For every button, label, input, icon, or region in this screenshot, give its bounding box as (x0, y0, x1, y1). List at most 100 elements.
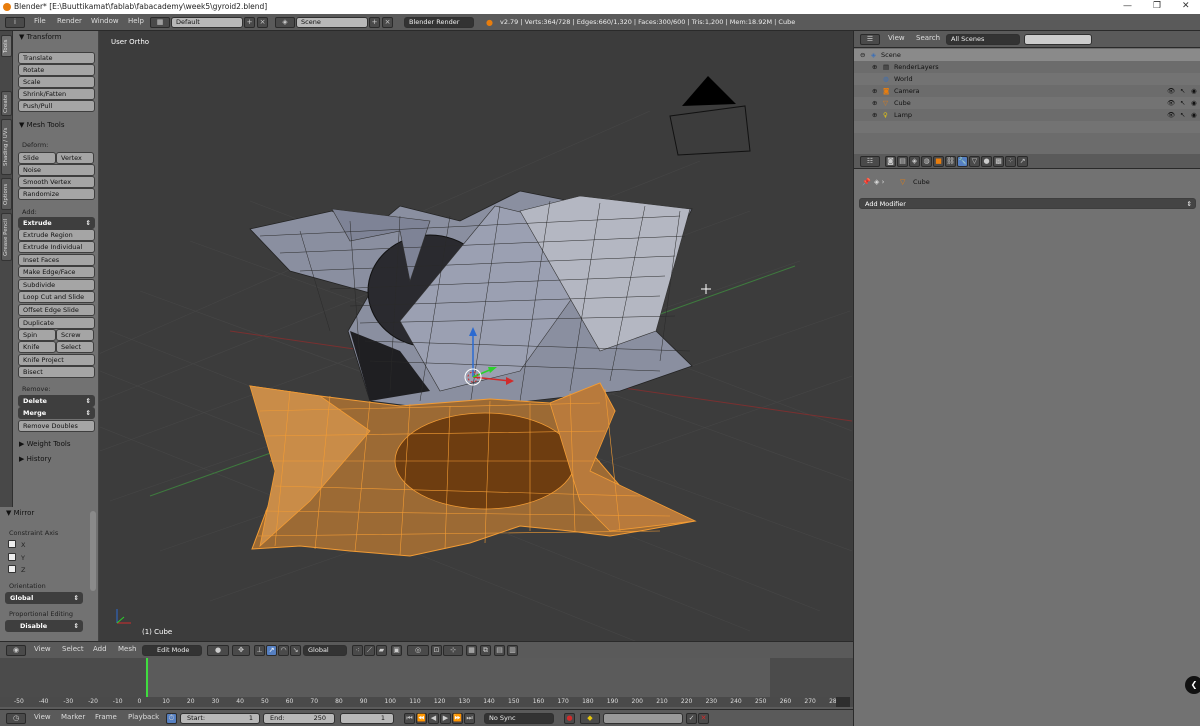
make-edge-face-button[interactable]: Make Edge/Face (18, 266, 95, 278)
prev-keyframe-icon[interactable]: ⏪ (416, 713, 427, 724)
rotate-manipulator-icon[interactable]: ◠ (278, 645, 289, 656)
panel-scrollbar[interactable] (90, 511, 96, 591)
3d-viewport[interactable]: User Ortho (1) Cube (100, 31, 852, 641)
menu-file[interactable]: File (34, 17, 46, 25)
axis-y-checkbox[interactable] (8, 553, 16, 561)
outliner-search-input[interactable] (1024, 34, 1092, 45)
tab-grease-pencil[interactable]: Grease Pencil (1, 213, 12, 261)
knife-select-button[interactable]: Select (56, 341, 94, 353)
delete-keyframe-icon[interactable]: ✕ (698, 713, 709, 724)
face-select-mode-icon[interactable]: ▰ (376, 645, 387, 656)
physics-tab-icon[interactable]: ↗ (1017, 156, 1028, 167)
gyroid-mesh-unselected[interactable] (249, 190, 693, 412)
timeline-menu-playback[interactable]: Playback (128, 713, 159, 721)
data-tab-icon[interactable]: ▽ (969, 156, 980, 167)
viewport-shading-icon[interactable]: ● (207, 645, 229, 656)
select-arrow-icon[interactable]: ↖ (1180, 85, 1185, 97)
tab-options[interactable]: Options (1, 178, 12, 210)
push-pull-button[interactable]: Push/Pull (18, 100, 95, 112)
remove-layout-icon[interactable]: × (257, 17, 268, 28)
scene-field[interactable]: Scene (296, 17, 368, 28)
play-reverse-icon[interactable]: ◀ (428, 713, 439, 724)
tab-shading-uvs[interactable]: Shading / UVs (1, 119, 12, 175)
minimize-button[interactable]: — (1123, 1, 1132, 11)
tab-tools[interactable]: Tools (1, 35, 12, 57)
merge-select[interactable]: Merge ⇕ (18, 407, 95, 419)
camera-object[interactable] (669, 76, 751, 156)
outliner-menu-search[interactable]: Search (916, 34, 940, 42)
orientation-select[interactable]: Global ⇕ (5, 592, 83, 604)
mesh-tools-panel-header[interactable]: ▼ Mesh Tools (13, 119, 99, 132)
select-arrow-icon[interactable]: ↖ (1180, 97, 1185, 109)
layout-field[interactable]: Default (171, 17, 243, 28)
end-frame-field[interactable]: End: 250 (263, 713, 335, 724)
edge-select-mode-icon[interactable]: ⟋ (364, 645, 375, 656)
add-scene-icon[interactable]: + (369, 17, 380, 28)
modifiers-tab-icon[interactable]: 🔧 (957, 156, 968, 167)
manipulator-toggle-icon[interactable]: ⊥ (254, 645, 265, 656)
vertex-slide-button[interactable]: Vertex (56, 152, 94, 164)
extrude-region-button[interactable]: Extrude Region (18, 229, 95, 241)
object-tab-icon[interactable]: ■ (933, 156, 944, 167)
texture-tab-icon[interactable]: ▩ (993, 156, 1004, 167)
bisect-button[interactable]: Bisect (18, 366, 95, 378)
scene-icon[interactable]: ◈ (275, 17, 295, 28)
offset-edge-slide-button[interactable]: Offset Edge Slide (18, 304, 95, 316)
pivot-point-icon[interactable]: ✥ (232, 645, 250, 656)
add-layout-icon[interactable]: + (244, 17, 255, 28)
outliner-row-camera[interactable]: ⊕ ◙ Camera 👁 ↖ ◉ (854, 85, 1200, 97)
outliner-filter-select[interactable]: All Scenes (946, 34, 1020, 45)
proportional-select[interactable]: Disable ⇕ (5, 620, 83, 632)
shrink-fatten-button[interactable]: Shrink/Fatten (18, 88, 95, 100)
maximize-button[interactable]: ❐ (1153, 1, 1161, 11)
scale-manipulator-icon[interactable]: ↘ (290, 645, 301, 656)
menu-window[interactable]: Window (91, 17, 119, 25)
occlude-geometry-icon[interactable]: ▣ (391, 645, 402, 656)
transform-orientation-select[interactable]: Global (303, 645, 347, 656)
render-camera-icon[interactable]: ◉ (1191, 85, 1197, 97)
spin-button[interactable]: Spin (18, 329, 56, 341)
preview-range-icon[interactable]: ⏱ (166, 713, 177, 724)
visibility-eye-icon[interactable]: 👁 (1167, 109, 1175, 121)
subdivide-button[interactable]: Subdivide (18, 279, 95, 291)
add-modifier-select[interactable]: Add Modifier ⇕ (859, 198, 1196, 209)
view3d-menu-mesh[interactable]: Mesh (118, 645, 136, 653)
outliner-row-lamp[interactable]: ⊕ ♀ Lamp 👁 ↖ ◉ (854, 109, 1200, 121)
timeline-menu-marker[interactable]: Marker (61, 713, 85, 721)
current-frame-field[interactable]: 1 (340, 713, 394, 724)
view3d-menu-view[interactable]: View (34, 645, 51, 653)
vertex-select-mode-icon[interactable]: ⁖ (352, 645, 363, 656)
insert-keyframe-icon[interactable]: ✓ (686, 713, 697, 724)
mode-select[interactable]: Edit Mode (142, 645, 202, 656)
overlay-widget-icon[interactable]: ❮ (1185, 676, 1200, 694)
timeline-editor-icon[interactable]: ◷ (6, 713, 26, 724)
outliner-row-cube[interactable]: ⊕ ▽ Cube 👁 ↖ ◉ (854, 97, 1200, 109)
proportional-edit-icon[interactable]: ◎ (407, 645, 429, 656)
menu-render[interactable]: Render (57, 17, 82, 25)
view3d-menu-add[interactable]: Add (93, 645, 107, 653)
timeline-ruler[interactable]: -50 -40 -30 -20 -10 0 10 20 30 40 50 60 70 80 90 100 110… (0, 697, 853, 707)
opengl-render-icon[interactable]: ⧉ (480, 645, 491, 656)
transform-panel-header[interactable]: ▼ Transform (13, 31, 99, 44)
remove-doubles-button[interactable]: Remove Doubles (18, 420, 95, 432)
render-layers-tab-icon[interactable]: ▤ (897, 156, 908, 167)
knife-button[interactable]: Knife (18, 341, 56, 353)
outliner-row-scene[interactable]: ⊖ ◈ Scene (854, 49, 1200, 61)
screen-layout-icon[interactable]: ▦ (150, 17, 170, 28)
pin-icon[interactable]: 📌 (862, 178, 871, 186)
viewport-canvas[interactable] (100, 31, 852, 641)
snap-element-icon[interactable]: ⊹ (443, 645, 463, 656)
visibility-eye-icon[interactable]: 👁 (1167, 85, 1175, 97)
world-tab-icon[interactable]: ◍ (921, 156, 932, 167)
particles-tab-icon[interactable]: ⁘ (1005, 156, 1016, 167)
timeline-menu-frame[interactable]: Frame (95, 713, 117, 721)
play-icon[interactable]: ▶ (440, 713, 451, 724)
scene-tab-icon[interactable]: ◈ (909, 156, 920, 167)
scale-button[interactable]: Scale (18, 76, 95, 88)
render-camera-icon[interactable]: ◉ (1191, 97, 1197, 109)
history-panel-header[interactable]: ▶ History (13, 453, 99, 466)
axis-z-checkbox[interactable] (8, 565, 16, 573)
properties-editor-icon[interactable]: ☷ (860, 156, 880, 167)
render-camera-icon[interactable]: ◉ (1191, 109, 1197, 121)
extrude-individual-button[interactable]: Extrude Individual (18, 241, 95, 253)
